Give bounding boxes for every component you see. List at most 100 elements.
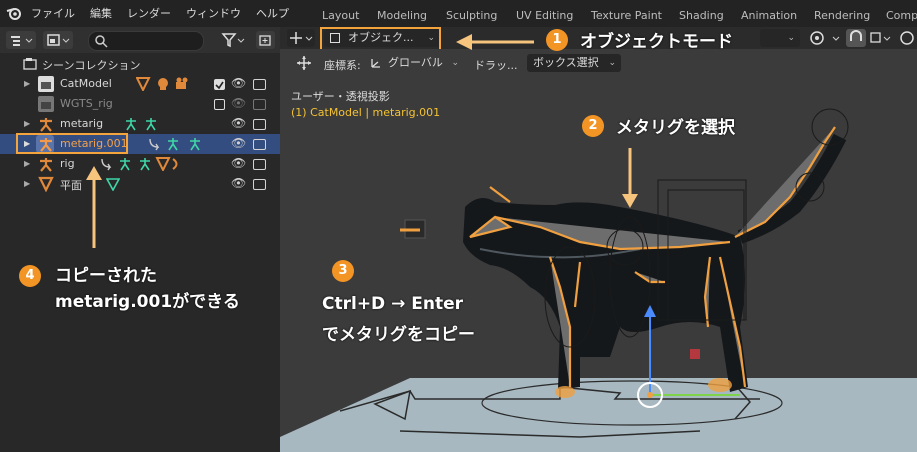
magnet-icon (850, 30, 862, 41)
outliner-item-label: 平面 (60, 179, 82, 192)
scene-collection-row[interactable]: シーンコレクション (0, 54, 280, 74)
box-select-label: ボックス選択 (533, 56, 599, 69)
render-camera-icon[interactable] (253, 179, 266, 190)
tab-modeling[interactable]: Modeling (377, 9, 427, 22)
tab-rendering[interactable]: Rendering (814, 9, 870, 22)
overlay-toggle-button[interactable] (808, 29, 846, 47)
viewport-editor-type-button[interactable] (287, 29, 315, 47)
ground-plane (280, 378, 917, 452)
new-collection-button[interactable] (256, 31, 275, 49)
step-4-badge: 4 (19, 265, 41, 287)
collection-icon (38, 76, 54, 92)
render-camera-icon[interactable] (253, 99, 266, 110)
arrow-left-annotation (456, 34, 534, 50)
active-object-info: (1) CatModel | metarig.001 (291, 106, 441, 119)
visibility-eye-icon[interactable]: 👁 (231, 96, 246, 110)
expand-arrow-icon[interactable]: ▶ (24, 159, 30, 168)
view-name-label: ユーザー・透視投影 (291, 90, 390, 103)
armature-data-icons (126, 118, 156, 131)
expand-arrow-icon[interactable]: ▶ (24, 179, 30, 188)
expand-arrow-icon[interactable]: ▶ (24, 119, 30, 128)
magnet-snap-button[interactable] (846, 29, 866, 47)
tab-sculpting[interactable]: Sculpting (446, 9, 497, 22)
outliner-item-label: rig (60, 157, 75, 170)
object-type-icons (136, 77, 188, 91)
proportional-edit-button[interactable] (898, 29, 917, 47)
move-gizmo-icon (290, 32, 313, 44)
step-2-badge: 2 (582, 115, 604, 137)
armature-icon (40, 158, 52, 172)
visibility-eye-icon[interactable]: 👁 (231, 116, 246, 130)
drag-label[interactable]: ドラッ... (474, 57, 518, 73)
mesh-icon (38, 176, 54, 192)
step-3-badge: 3 (332, 260, 354, 282)
metarig-001-highlight-box (16, 133, 128, 154)
render-camera-icon[interactable] (253, 159, 266, 170)
exclude-checkbox[interactable] (214, 99, 225, 110)
tab-layout[interactable]: Layout (322, 9, 359, 22)
outliner-item-label: metarig (60, 117, 104, 130)
step-4-text-line1: コピーされた (55, 266, 157, 286)
proportional-edit-icon (900, 31, 914, 45)
visibility-eye-icon[interactable]: 👁 (231, 76, 246, 90)
step-2-text: メタリグを選択 (616, 118, 735, 138)
expand-arrow-icon[interactable]: ▶ (24, 79, 30, 88)
outliner-row-metarig[interactable]: ▶ metarig 👁 (0, 114, 280, 134)
outliner-item-label: WGTS_rig (60, 97, 113, 110)
search-icon (95, 35, 108, 48)
chevron-down-icon: ⌄ (451, 58, 459, 68)
tab-shading[interactable]: Shading (679, 9, 724, 22)
tab-texture-paint[interactable]: Texture Paint (591, 9, 662, 22)
tab-compositing[interactable]: Comp (886, 9, 917, 22)
armature-icon (40, 118, 52, 132)
box-select-dropdown[interactable]: ボックス選択 ⌄ (527, 54, 621, 72)
step-3-text-line2: でメタリグをコピー (322, 325, 475, 345)
coordinate-system-dropdown[interactable]: グローバル ⌄ (366, 54, 464, 72)
collection-icon (38, 96, 54, 112)
exclude-checkbox[interactable] (214, 79, 225, 90)
mesh-data-icon (106, 178, 120, 191)
outliner-search-input[interactable] (88, 31, 204, 51)
outliner-row-rig[interactable]: ▶ rig 👁 (0, 154, 280, 174)
editor-type-button[interactable] (6, 31, 36, 49)
coordinate-system-label: 座標系: (324, 59, 361, 72)
arrow-down-annotation (622, 148, 638, 208)
outliner-row-plane[interactable]: ▶ 平面 👁 (0, 174, 280, 194)
display-mode-button[interactable] (43, 31, 73, 49)
armature-data-icons (149, 138, 200, 151)
global-axis-icon (371, 59, 380, 68)
menu-window[interactable]: ウィンドウ (186, 5, 241, 21)
blender-logo-icon[interactable] (6, 6, 22, 20)
tab-uv-editing[interactable]: UV Editing (516, 9, 573, 22)
arrow-up-annotation (86, 166, 102, 248)
rig-data-icons (101, 157, 178, 171)
filter-button[interactable] (220, 31, 246, 49)
chevron-down-icon: ⌄ (608, 58, 616, 68)
transform-icon[interactable] (296, 55, 312, 71)
outliner-row-wgts-rig[interactable]: WGTS_rig 👁 (0, 94, 280, 114)
step-4-text-line2: metarig.001ができる (55, 292, 240, 312)
render-camera-icon[interactable] (253, 119, 266, 130)
step-1-badge: 1 (546, 29, 568, 51)
scene-collection-label: シーンコレクション (42, 59, 141, 72)
menu-help[interactable]: ヘルプ (256, 5, 289, 21)
step-3-text-line1: Ctrl+D → Enter (322, 294, 464, 314)
coordinate-system-value: グローバル (388, 56, 443, 69)
step-1-text: オブジェクトモード (580, 32, 733, 52)
visibility-eye-icon[interactable]: 👁 (231, 176, 246, 190)
render-camera-icon[interactable] (253, 79, 266, 90)
menu-edit[interactable]: 編集 (90, 5, 112, 21)
visibility-eye-icon[interactable]: 👁 (231, 136, 246, 150)
outliner-row-catmodel[interactable]: ▶ CatModel 👁 (0, 74, 280, 94)
filter-icon (221, 33, 245, 48)
menu-file[interactable]: ファイル (31, 5, 75, 21)
view-options-dropdown[interactable]: ⌄ (760, 29, 800, 47)
scene-collection-icon (23, 58, 37, 70)
outliner-item-label: CatModel (60, 77, 112, 90)
tab-animation[interactable]: Animation (741, 9, 797, 22)
overlay-icon (810, 31, 840, 45)
menu-render[interactable]: レンダー (127, 5, 171, 21)
render-camera-icon[interactable] (253, 139, 266, 150)
visibility-eye-icon[interactable]: 👁 (231, 156, 246, 170)
snap-options-button[interactable] (868, 29, 894, 47)
